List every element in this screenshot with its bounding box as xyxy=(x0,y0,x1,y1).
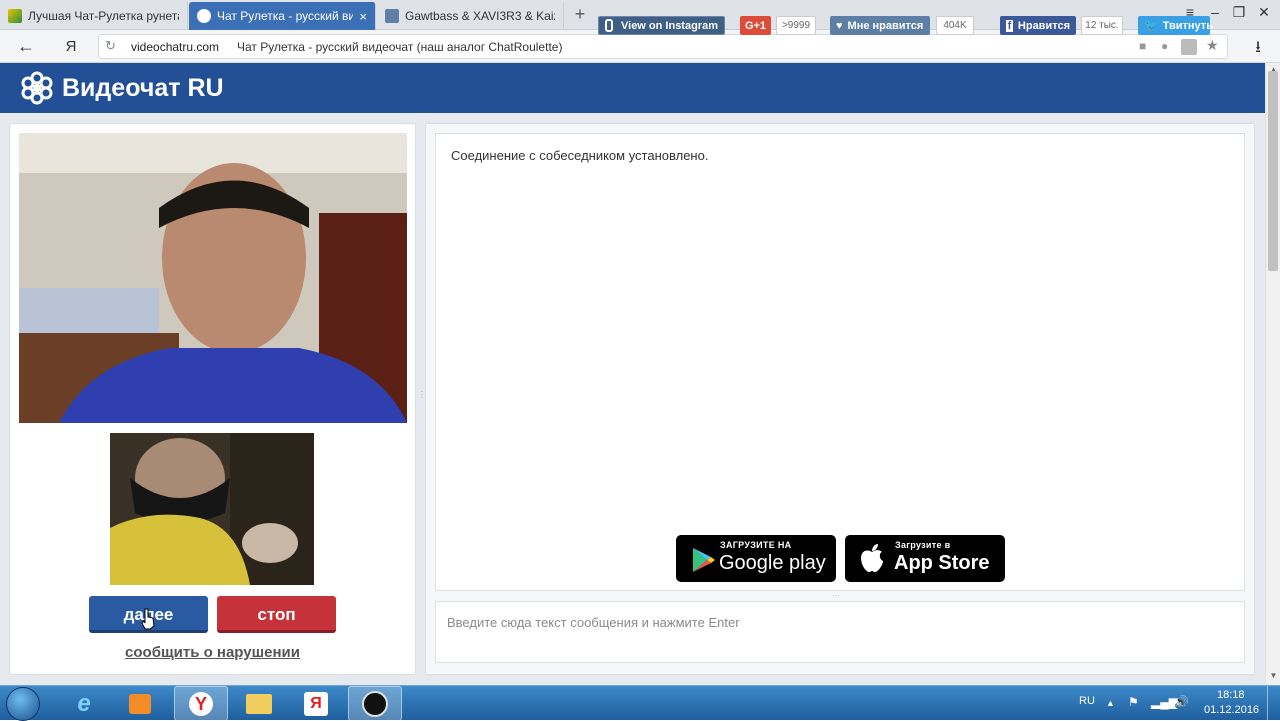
app-store-small-label: Загрузите в xyxy=(895,540,951,550)
tab-close-icon[interactable]: × xyxy=(359,9,367,24)
browser-tab-2[interactable]: Чат Рулетка - русский видеочат × xyxy=(189,2,376,30)
vertical-resize-handle[interactable]: ⋮ xyxy=(418,390,426,406)
yandex-browser-icon: Y xyxy=(189,691,213,716)
instagram-label: View on Instagram xyxy=(621,19,718,32)
remote-video xyxy=(19,133,407,423)
url-field[interactable]: ↻ videochatru.com Чат Рулетка - русский … xyxy=(98,34,1228,59)
local-video xyxy=(110,433,314,585)
local-video-frame xyxy=(110,433,314,585)
media-player-icon xyxy=(129,693,151,714)
microphone-icon[interactable]: ● xyxy=(1161,39,1168,53)
lock-icon[interactable] xyxy=(1181,39,1197,55)
pause-favicon-icon xyxy=(385,9,399,23)
star-bookmark-icon[interactable]: ★ xyxy=(1206,37,1219,54)
tray-expand-icon[interactable]: ▲ xyxy=(1106,698,1115,708)
instagram-button[interactable]: View on Instagram xyxy=(598,16,725,35)
internet-explorer-icon: e xyxy=(77,689,91,717)
google-play-button[interactable]: ЗАГРУЗИТЕ НА Google play xyxy=(676,535,836,582)
chat-message-input[interactable] xyxy=(436,602,1244,662)
scroll-down-arrow-icon[interactable]: ▼ xyxy=(1266,671,1280,680)
window-close-icon[interactable]: ✕ xyxy=(1253,4,1275,21)
taskbar-media-player[interactable] xyxy=(113,686,167,721)
taskbar-obs[interactable] xyxy=(348,686,402,721)
horizontal-resize-handle[interactable]: ··· xyxy=(832,592,848,600)
restore-icon[interactable]: ❐ xyxy=(1228,4,1250,21)
obs-icon xyxy=(362,690,388,717)
back-arrow-icon[interactable]: ← xyxy=(15,36,37,57)
scroll-thumb[interactable] xyxy=(1268,71,1278,271)
volume-icon[interactable]: 🔊 xyxy=(1174,695,1189,709)
facebook-like-button[interactable]: f Нравится xyxy=(1000,16,1076,35)
tab-label: Чат Рулетка - русский видеочат xyxy=(217,9,353,23)
url-domain: videochatru.com xyxy=(131,40,220,54)
google-play-big-label: Google play xyxy=(719,552,826,574)
browser-tab-3[interactable]: Gawtbass & XAVI3R3 & Kaiz xyxy=(377,2,564,30)
clock-date[interactable]: 01.12.2016 xyxy=(1204,704,1259,716)
taskbar-yandex-browser[interactable]: Y xyxy=(174,686,228,721)
facebook-icon: f xyxy=(1006,19,1013,32)
like-button[interactable]: ♥ Мне нравится xyxy=(830,16,930,35)
browser-tab-1[interactable]: Лучшая Чат-Рулетка рунета xyxy=(0,2,188,30)
stop-button[interactable]: стоп xyxy=(217,596,336,633)
taskbar-yandex[interactable]: Я xyxy=(289,686,343,721)
show-desktop-button[interactable] xyxy=(1267,686,1280,721)
chat-input-box xyxy=(435,601,1245,663)
gplus-button[interactable]: G+1 xyxy=(740,16,771,35)
yandex-icon: Я xyxy=(304,691,328,716)
flower-logo-icon xyxy=(21,71,53,105)
tab-label: Лучшая Чат-Рулетка рунета xyxy=(28,9,179,23)
report-violation-link[interactable]: сообщить о нарушении xyxy=(9,644,416,661)
start-button[interactable] xyxy=(6,687,40,721)
url-page-title: Чат Рулетка - русский видеочат (наш анал… xyxy=(237,40,563,54)
language-indicator[interactable]: RU xyxy=(1079,695,1095,707)
windows-taskbar: e Y Я RU ▲ ⚑ ▂▄▆ 🔊 18:18 01.12.2016 xyxy=(0,685,1280,721)
download-icon[interactable]: ⭳ xyxy=(1247,36,1269,63)
like-count: 404K xyxy=(936,16,974,35)
clock-time[interactable]: 18:18 xyxy=(1217,689,1245,701)
facebook-label: Нравится xyxy=(1017,19,1070,32)
taskbar-ie[interactable]: e xyxy=(57,686,111,721)
action-center-flag-icon[interactable]: ⚑ xyxy=(1128,695,1139,709)
videochat-favicon-icon xyxy=(197,9,211,23)
tab-label: Gawtbass & XAVI3R3 & Kaiz xyxy=(405,9,555,23)
twitter-bird-icon: 🐦 xyxy=(1144,20,1158,32)
app-store-big-label: App Store xyxy=(894,552,990,574)
gplus-count: >9999 xyxy=(776,16,816,35)
heart-icon: ♥ xyxy=(836,19,843,32)
taskbar-explorer[interactable] xyxy=(232,686,286,721)
yandex-logo-icon[interactable]: Я xyxy=(60,38,82,55)
camera-icon[interactable]: ■ xyxy=(1139,39,1146,53)
chat-status-message: Соединение с собеседником установлено. xyxy=(451,148,709,163)
hand-cursor-icon xyxy=(141,608,155,630)
reload-icon[interactable]: ↻ xyxy=(105,38,116,54)
chat-log: Соединение с собеседником установлено. xyxy=(435,133,1245,591)
remote-video-frame xyxy=(19,133,407,423)
like-label: Мне нравится xyxy=(847,19,924,32)
folder-icon xyxy=(246,693,272,714)
page-scrollbar[interactable]: ▲ ▼ xyxy=(1265,63,1280,685)
twitter-label: Твитнуть xyxy=(1162,19,1213,32)
google-play-icon xyxy=(693,548,715,572)
site-header: Видеочат RU xyxy=(0,63,1265,113)
twitter-button[interactable]: 🐦 Твитнуть xyxy=(1138,16,1213,35)
instagram-icon xyxy=(605,19,613,32)
app-store-button[interactable]: Загрузите в App Store xyxy=(845,535,1005,582)
new-tab-button[interactable]: + xyxy=(570,4,590,24)
site-logo-text[interactable]: Видеочат RU xyxy=(62,74,224,103)
roulette-favicon-icon xyxy=(8,9,22,23)
apple-icon xyxy=(861,544,883,572)
google-play-small-label: ЗАГРУЗИТЕ НА xyxy=(720,540,792,550)
facebook-count: 12 тыс. xyxy=(1081,16,1123,35)
